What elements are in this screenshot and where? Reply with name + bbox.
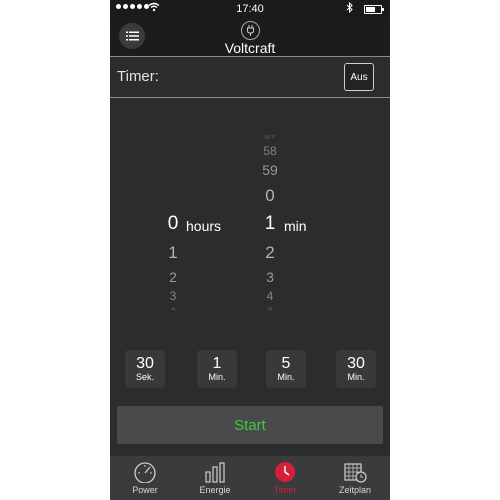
timer-icon [275,462,295,482]
quick-button-unit: Min. [208,372,226,382]
picker-value: 3 [266,269,274,285]
quick-button-unit: Sek. [135,372,154,382]
tab-power[interactable]: Power [110,456,180,500]
timer-toggle-button[interactable]: Aus [344,63,374,91]
picker-value: 4 [266,289,274,303]
quick-button-value: 5 [281,355,291,372]
tab-label: Energie [199,485,231,495]
picker-value: 1 [168,243,178,262]
timer-row: Timer: Aus [110,56,390,98]
tab-timer[interactable]: Timer [250,456,320,500]
quick-1-min-button[interactable]: 1 Min. [197,350,237,388]
picker-selected-hours: 0 [167,213,179,234]
quick-30-min-button[interactable]: 30 Min. [336,350,376,388]
picker-value: 2 [265,243,275,262]
picker-value: 58 [263,144,277,158]
picker-value: 59 [262,162,278,178]
quick-button-unit: Min. [277,372,295,382]
nav-bar: Voltcraft [110,18,390,56]
picker-selected-min: 1 [264,213,276,234]
bluetooth-icon [346,1,354,16]
tab-bar: Power Energie Timer Zeitplan [110,456,390,500]
tab-zeitplan[interactable]: Zeitplan [320,456,390,500]
tab-label: Zeitplan [338,485,372,495]
quick-button-unit: Min. [347,372,365,382]
quick-button-value: 1 [212,355,222,372]
quick-button-value: 30 [136,355,154,372]
bar-chart-icon [205,462,225,483]
gauge-icon [134,462,156,483]
hours-label: hours [186,218,222,234]
picker-value: 4 [170,307,176,311]
start-button[interactable]: Start [117,406,383,444]
time-picker[interactable]: 0 1 2 3 4 hours 57 58 59 0 1 2 3 4 5 min [110,97,390,337]
tab-label: Timer [273,485,297,495]
min-label: min [284,218,307,234]
tab-energie[interactable]: Energie [180,456,250,500]
picker-value: 0 [265,186,275,205]
quick-30-sec-button[interactable]: 30 Sek. [125,350,165,388]
battery-icon [364,5,384,14]
calendar-clock-icon [344,463,367,483]
app-title: Voltcraft [224,40,276,56]
timer-label: Timer: [117,68,159,85]
picker-value: 2 [169,269,177,285]
plug-icon [241,21,260,40]
picker-value: 5 [267,307,273,311]
phone-screen: 17:40 Voltcraft Timer: Aus 0 1 2 3 4 hou… [110,0,390,500]
quick-button-value: 30 [347,355,365,372]
picker-value: 57 [264,134,275,140]
picker-value: 3 [169,289,177,303]
tab-label: Power [132,485,158,495]
status-bar: 17:40 [110,0,390,18]
quick-5-min-button[interactable]: 5 Min. [266,350,306,388]
